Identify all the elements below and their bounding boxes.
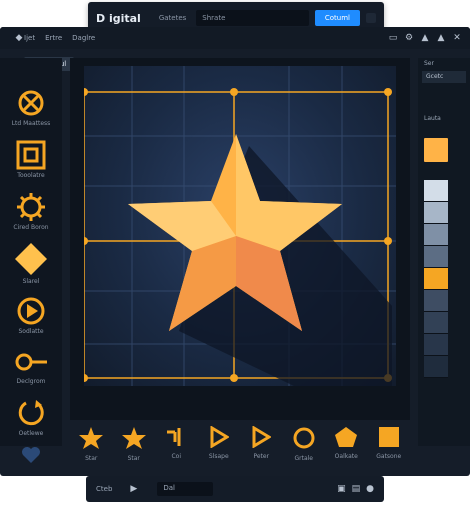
shape-label-5: Grtale (294, 455, 313, 462)
ramp-step[interactable] (424, 246, 448, 268)
section-title: Lauta (424, 115, 441, 122)
tool-0[interactable]: Ltd Maattess (0, 88, 62, 127)
image-icon[interactable]: ▣ (337, 484, 346, 494)
play-icon[interactable]: ▶ (130, 484, 137, 494)
shape-label-7: Gatsone (376, 453, 402, 460)
shape-item-1[interactable]: Star (116, 426, 152, 462)
tool-5[interactable]: Declgrom (0, 348, 62, 385)
heart-icon[interactable] (21, 446, 41, 464)
tool-label-5: Declgrom (16, 378, 46, 385)
corner-shape-icon (167, 428, 181, 446)
image-icon[interactable]: ▲ (420, 33, 430, 43)
search-input[interactable]: Shrate (196, 10, 309, 26)
square-shape-icon (378, 427, 399, 447)
ramp-step[interactable] (424, 312, 448, 334)
layers-icon[interactable]: ▤ (352, 484, 361, 494)
pentagon-shape-icon (335, 427, 358, 447)
shape-label-4: Peter (253, 453, 270, 460)
ramp-step[interactable] (424, 224, 448, 246)
shape-label-3: Slsape (208, 453, 229, 460)
frame-tool-icon (16, 140, 46, 170)
rotate-tool-icon (18, 400, 44, 426)
connector-tool-icon (15, 353, 47, 371)
shape-label-0: Star (85, 455, 98, 462)
shape-item-3[interactable]: Slsape (201, 426, 237, 460)
fill-color-swatch[interactable] (424, 138, 448, 162)
tool-label-6: Oetlewe (18, 430, 44, 437)
search-input-value: Shrate (202, 14, 226, 22)
ramp-step[interactable] (424, 180, 448, 202)
circle-shape-icon (293, 427, 315, 449)
layers-icon[interactable]: ▲ (436, 33, 446, 43)
menu-item-0[interactable]: Ijet (24, 34, 35, 42)
tool-3[interactable]: Slarel (0, 242, 62, 285)
screen-icon[interactable]: ▭ (388, 33, 398, 43)
tool-label-4: Sodlatte (18, 328, 44, 335)
app-title: D igital (96, 11, 141, 25)
color-ramp[interactable] (424, 180, 448, 378)
window-menu-icon[interactable] (366, 13, 376, 23)
left-tool-panel: Ltd Maattess Tooolatre Cired Boron Slare… (0, 58, 62, 463)
shape-item-0[interactable]: Star (73, 426, 109, 462)
status-label: Cteb (96, 485, 113, 493)
ramp-step[interactable] (424, 356, 448, 378)
tool-label-2: Cired Boron (13, 224, 49, 231)
tool-4[interactable]: Sodlatte (0, 296, 62, 335)
ramp-step-selected[interactable] (424, 268, 448, 290)
panel-header: Ser (424, 60, 434, 67)
shape-label-1: Star (127, 455, 140, 462)
triangle-shape-icon (210, 426, 229, 448)
ramp-step[interactable] (424, 334, 448, 356)
play-shape-icon (252, 426, 272, 448)
ramp-step[interactable] (424, 202, 448, 224)
star-shape-icon (79, 427, 104, 449)
menu-item-1[interactable]: Ertre (45, 34, 62, 42)
tool-label-0: Ltd Maattess (11, 120, 51, 127)
menu-item-2[interactable]: Daglre (72, 34, 95, 42)
tool-label-3: Slarel (22, 278, 40, 285)
tool-6[interactable]: Oetlewe (0, 398, 62, 437)
tab-gatetes[interactable]: Gatetes (159, 14, 186, 22)
canvas-area (70, 58, 410, 420)
shape-item-7[interactable]: Gatsone (371, 426, 407, 460)
primary-action-button[interactable]: Cotuml (314, 10, 360, 26)
diamond-tool-icon (15, 243, 47, 275)
properties-panel: Ser Gcetc Lauta (418, 58, 470, 446)
play-tool-icon (17, 297, 45, 325)
shape-item-6[interactable]: Oalkate (328, 426, 364, 460)
shape-item-5[interactable]: Grtale (286, 426, 322, 462)
shape-library: Star Star Coi Slsape Peter Grtale Oalkat… (70, 418, 410, 476)
diamond-logo-icon: ◆ (15, 33, 23, 43)
status-field[interactable]: Dal (157, 482, 214, 496)
status-bar: Cteb ▶ Dal ▣ ▤ ● (86, 476, 384, 502)
menu-bar: ◆ Ijet Ertre Daglre ▭ ⚙ ▲ ▲ ✕ (0, 27, 470, 49)
shape-item-2[interactable]: Coi (158, 426, 194, 460)
artboard[interactable] (80, 66, 396, 386)
tool-2[interactable]: Cired Boron (0, 192, 62, 231)
ellipse-tool-icon (18, 90, 44, 116)
artboard-drawing (80, 66, 396, 386)
close-icon[interactable]: ✕ (452, 33, 462, 43)
star-outline-shape-icon (121, 427, 146, 449)
tool-label-1: Tooolatre (17, 172, 45, 179)
settings-icon[interactable]: ⚙ (404, 33, 414, 43)
shape-label-6: Oalkate (334, 453, 358, 460)
gear-tool-icon (17, 193, 45, 221)
shape-label-2: Coi (171, 453, 182, 460)
tool-1[interactable]: Tooolatre (0, 140, 62, 179)
globe-icon[interactable]: ● (366, 484, 374, 494)
blend-select[interactable]: Gcetc (422, 71, 466, 83)
ramp-step[interactable] (424, 290, 448, 312)
shape-item-4[interactable]: Peter (243, 426, 279, 460)
